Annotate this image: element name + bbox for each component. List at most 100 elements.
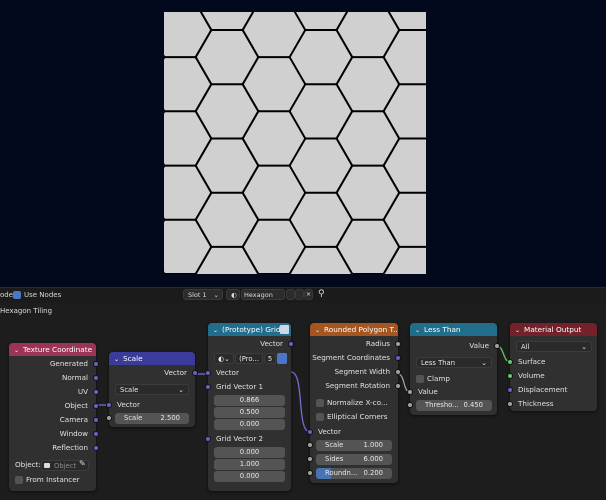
socket-camera[interactable] xyxy=(93,417,99,423)
nodegroup-name-field[interactable]: (Pro... xyxy=(235,353,263,364)
input-value-label: Value xyxy=(418,387,438,396)
socket-sides[interactable] xyxy=(307,456,313,462)
input-volume: Volume xyxy=(518,371,545,380)
output-generated: Generated xyxy=(49,359,88,368)
chevron-down-icon[interactable]: ⌄ xyxy=(415,324,420,336)
chevron-down-icon: ⌄ xyxy=(481,359,487,367)
output-target-dropdown[interactable]: All ⌄ xyxy=(516,341,592,352)
polygon-roundness-field[interactable]: Roundn... 0.200 xyxy=(316,468,392,479)
output-radius: Radius xyxy=(365,339,390,348)
chevron-down-icon[interactable]: ⌄ xyxy=(14,344,19,356)
polygon-scale-field[interactable]: Scale 1.000 xyxy=(316,440,392,451)
chevron-down-icon[interactable]: ⌄ xyxy=(114,353,119,365)
node-header[interactable]: ⌄ Rounded Polygon T... xyxy=(310,323,398,336)
socket-scale[interactable] xyxy=(307,442,313,448)
input-vector-label: Vector xyxy=(216,368,239,377)
input-surface: Surface xyxy=(518,357,546,366)
socket-grid-vector-1[interactable] xyxy=(205,384,211,390)
threshold-field[interactable]: Thresho... 0.450 xyxy=(416,400,492,411)
socket-segment-width[interactable] xyxy=(395,369,401,375)
socket-input-vector[interactable] xyxy=(307,429,313,435)
node-header[interactable]: ⌄ Scale xyxy=(109,352,195,365)
gv1-y-field[interactable]: 0.500 xyxy=(214,407,285,418)
chevron-down-icon[interactable]: ⌄ xyxy=(515,324,520,336)
pin-icon[interactable]: ⚲ xyxy=(318,289,325,299)
node-header[interactable]: ⌄ Texture Coordinate xyxy=(9,343,96,356)
nodegroup-browse-icon[interactable]: ◐⌄ xyxy=(214,353,234,364)
socket-output-value[interactable] xyxy=(494,343,500,349)
node-texture-coordinate[interactable]: ⌄ Texture Coordinate Generated Normal UV … xyxy=(9,343,99,491)
shield-icon[interactable] xyxy=(277,353,287,364)
use-nodes-checkbox[interactable] xyxy=(13,291,21,299)
node-header[interactable]: ⌄ Less Than xyxy=(410,323,497,336)
node-group-icon[interactable] xyxy=(280,325,289,334)
socket-displacement[interactable] xyxy=(507,387,513,393)
socket-input-vector[interactable] xyxy=(205,370,211,376)
output-vector: Vector xyxy=(260,339,283,348)
normalize-checkbox[interactable] xyxy=(316,399,324,407)
polygon-sides-field[interactable]: Sides 6.000 xyxy=(316,454,392,465)
material-browse-icon[interactable]: ◐ xyxy=(226,289,240,300)
node-rounded-polygon[interactable]: ⌄ Rounded Polygon T... Radius Segment Coo… xyxy=(307,323,401,483)
fake-user-icon[interactable] xyxy=(286,289,295,300)
gv1-z-field[interactable]: 0.000 xyxy=(214,419,285,430)
material-name-field[interactable]: Hexagon Tiling xyxy=(241,289,285,300)
socket-roundness[interactable] xyxy=(307,470,313,476)
chevron-down-icon[interactable]: ⌄ xyxy=(213,324,218,336)
socket-radius[interactable] xyxy=(395,341,401,347)
socket-input-vector[interactable] xyxy=(106,402,112,408)
output-segment-rotation: Segment Rotation xyxy=(325,381,390,390)
scale-value-field[interactable]: Scale 2.500 xyxy=(115,413,189,424)
clamp-checkbox[interactable] xyxy=(416,375,424,383)
node-editor-canvas[interactable]: Hexagon Tiling ⌄ Texture Coordinate Gener… xyxy=(0,303,606,500)
socket-volume[interactable] xyxy=(507,373,513,379)
socket-output-vector[interactable] xyxy=(192,370,198,376)
render-viewport[interactable] xyxy=(0,0,606,287)
gv2-x-field[interactable]: 0.000 xyxy=(214,447,285,458)
use-nodes-label: Use Nodes xyxy=(24,291,62,299)
socket-object[interactable] xyxy=(93,403,99,409)
socket-grid-vector-2[interactable] xyxy=(205,436,211,442)
gv2-y-field[interactable]: 1.000 xyxy=(214,459,285,470)
output-camera: Camera xyxy=(59,415,88,424)
slot-dropdown[interactable]: Slot 1 ⌄ xyxy=(183,289,223,300)
socket-input-value[interactable] xyxy=(407,389,413,395)
socket-segment-coordinates[interactable] xyxy=(395,355,401,361)
nodegroup-users-count[interactable]: 5 xyxy=(264,353,276,364)
gv2-z-field[interactable]: 0.000 xyxy=(214,471,285,482)
socket-uv[interactable] xyxy=(93,389,99,395)
object-icon xyxy=(44,463,50,468)
chevron-down-icon[interactable]: ⌄ xyxy=(315,324,320,336)
node-prototype-grid[interactable]: ⌄ (Prototype) Grid Vector ◐⌄ (Pro... 5 Ve… xyxy=(205,323,294,491)
clamp-label: Clamp xyxy=(427,374,450,383)
math-mode-dropdown[interactable]: Less Than ⌄ xyxy=(416,357,492,368)
eyedropper-icon[interactable]: ✎ xyxy=(79,459,86,468)
gv1-x-field[interactable]: 0.866 xyxy=(214,395,285,406)
socket-window[interactable] xyxy=(93,431,99,437)
socket-thickness[interactable] xyxy=(507,401,513,407)
close-icon[interactable]: × xyxy=(304,289,313,300)
scale-mode-dropdown[interactable]: Scale ⌄ xyxy=(115,384,189,395)
socket-normal[interactable] xyxy=(93,375,99,381)
node-header[interactable]: ⌄ Material Output xyxy=(510,323,597,336)
socket-surface[interactable] xyxy=(507,359,513,365)
chevron-down-icon: ⌄ xyxy=(581,343,587,351)
socket-threshold[interactable] xyxy=(407,402,413,408)
socket-reflection[interactable] xyxy=(93,445,99,451)
node-material-output[interactable]: ⌄ Material Output All ⌄ Surface Volume Dis… xyxy=(507,323,597,411)
socket-segment-rotation[interactable] xyxy=(395,383,401,389)
mode-label[interactable]: ode xyxy=(0,291,13,299)
from-instancer-label: From Instancer xyxy=(26,475,80,484)
node-scale[interactable]: ⌄ Scale Vector Scale ⌄ Vector Scale 2.500 xyxy=(106,352,198,427)
wire-grid-to-polygon xyxy=(290,371,311,433)
from-instancer-checkbox[interactable] xyxy=(15,476,23,484)
socket-generated[interactable] xyxy=(93,361,99,367)
node-header[interactable]: ⌄ (Prototype) Grid xyxy=(208,323,291,336)
input-displacement: Displacement xyxy=(518,385,568,394)
socket-output-vector[interactable] xyxy=(288,341,294,347)
input-vector-label: Vector xyxy=(318,427,341,436)
socket-scale[interactable] xyxy=(106,415,112,421)
node-less-than[interactable]: ⌄ Less Than Value Less Than ⌄ Clamp Value … xyxy=(407,323,500,415)
elliptical-checkbox[interactable] xyxy=(316,413,324,421)
duplicate-icon[interactable] xyxy=(295,289,304,300)
